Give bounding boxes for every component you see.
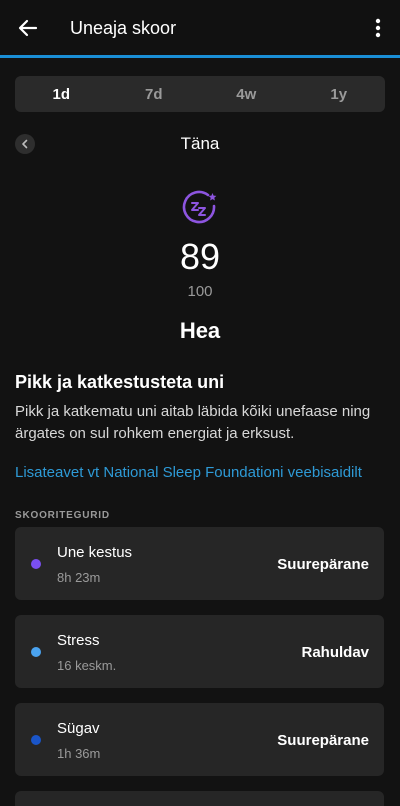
arrow-left-icon xyxy=(18,19,38,37)
sleep-score-value: 89 xyxy=(179,236,221,277)
sleep-score-max: 100 xyxy=(187,283,213,300)
factor-dot xyxy=(31,559,41,569)
factor-detail: 1h 36m xyxy=(57,746,101,761)
tab-4w[interactable]: 4w xyxy=(200,76,293,112)
factor-dot xyxy=(31,735,41,745)
factor-name: Stress xyxy=(57,632,100,649)
page-title: Uneaja skoor xyxy=(70,18,177,38)
factor-card-partial[interactable] xyxy=(15,791,384,806)
tab-1y[interactable]: 1y xyxy=(293,76,386,112)
more-vert-icon xyxy=(375,18,381,38)
sleep-score-rating: Hea xyxy=(179,318,221,343)
info-heading: Pikk ja katkestusteta uni xyxy=(15,372,225,392)
header-accent-line xyxy=(0,55,400,58)
factor-card-sleep-duration[interactable]: Une kestus 8h 23m Suurepärane xyxy=(15,527,384,600)
date-label: Täna xyxy=(180,134,220,153)
info-description: Pikk ja katkematu uni aitab läbida kõiki… xyxy=(15,403,371,442)
period-tabs: 1d 7d 4w 1y xyxy=(15,76,385,112)
factor-name: Une kestus xyxy=(57,544,133,561)
more-options-button[interactable] xyxy=(366,12,390,44)
app-bar: Uneaja skoor xyxy=(0,0,400,55)
chevron-left-icon xyxy=(22,139,28,149)
back-button[interactable] xyxy=(12,12,44,44)
tab-7d[interactable]: 7d xyxy=(108,76,201,112)
factor-card-deep-sleep[interactable]: Sügav 1h 36m Suurepärane xyxy=(15,703,384,776)
factor-card-stress[interactable]: Stress 16 keskm. Rahuldav xyxy=(15,615,384,688)
factor-rating: Suurepärane xyxy=(277,732,369,749)
previous-day-button[interactable] xyxy=(15,134,35,154)
factor-detail: 16 keskm. xyxy=(57,658,117,673)
factor-detail: 8h 23m xyxy=(57,570,101,585)
tab-1d[interactable]: 1d xyxy=(15,76,108,112)
factor-dot xyxy=(31,647,41,657)
factor-name: Sügav xyxy=(57,720,100,737)
score-factors-title: SKOORITEGURID xyxy=(15,510,110,521)
factor-rating: Rahuldav xyxy=(301,644,369,661)
factor-rating: Suurepärane xyxy=(277,556,369,573)
sleep-zz-icon xyxy=(182,190,217,224)
learn-more-link[interactable]: Lisateavet vt National Sleep Foundationi… xyxy=(15,464,362,481)
